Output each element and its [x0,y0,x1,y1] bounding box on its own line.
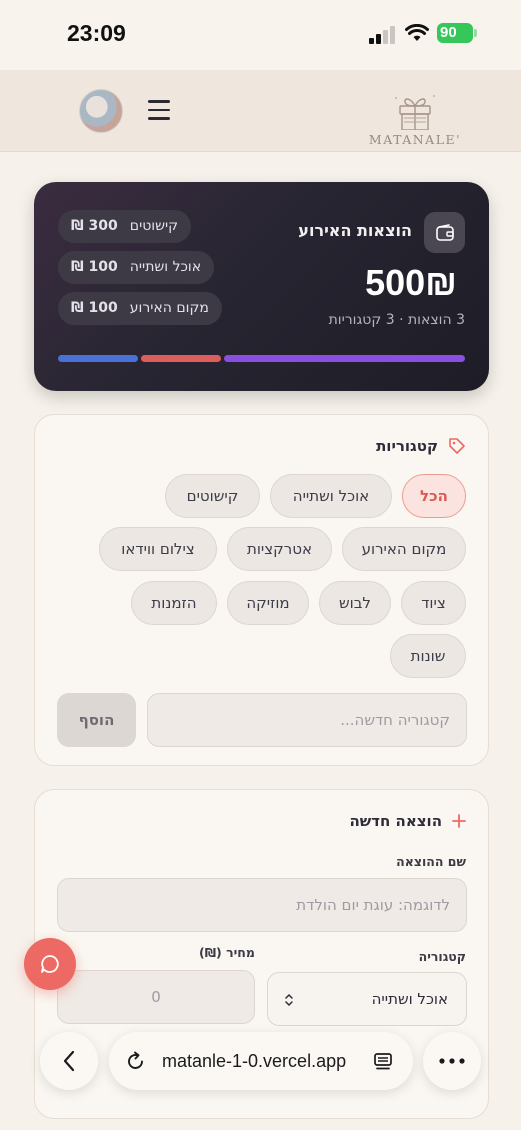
battery-icon: 90 [437,23,477,43]
category-select-value: אוכל ושתייה [371,990,448,1008]
browser-toolbar: matanle-1-0.vercel.app [0,1030,521,1100]
progress-segment [141,355,221,362]
summary-title: הוצאות האירוע [298,221,412,240]
add-category-button[interactable]: הוסף [57,693,136,747]
chip-amount: 100 ₪ [71,300,118,316]
new-expense-header: הוצאה חדשה [350,812,467,830]
category-label: קטגוריה [418,949,466,964]
chevron-left-icon [63,1050,75,1072]
category-filter[interactable]: מוזיקה [227,581,309,625]
battery-level: 90 [437,23,473,43]
progress-segment [58,355,138,362]
chip-amount: 300 ₪ [71,218,118,234]
logo-text: MATANALE' [368,132,462,147]
category-total-chip: מקום האירוע 100 ₪ [58,292,222,325]
category-progress-bar [58,355,465,362]
new-expense-title: הוצאה חדשה [349,812,443,830]
expenses-summary-card: הוצאות האירוע 500₪ 3 הוצאות · 3 קטגוריות… [34,182,489,391]
price-input[interactable]: 0 [57,970,255,1024]
price-label: מחיר (₪) [199,945,255,960]
address-bar[interactable]: matanle-1-0.vercel.app [109,1032,413,1090]
expense-name-input[interactable]: לדוגמה: עוגת יום הולדת [57,878,467,932]
category-filter[interactable]: אוכל ושתייה [270,474,392,518]
summary-subtitle: 3 הוצאות · 3 קטגוריות [328,312,465,328]
total-amount: 500₪ [365,262,457,303]
categories-header: קטגוריות [376,437,466,455]
ellipsis-icon [439,1058,465,1064]
wifi-icon [405,24,429,41]
expense-name-label: שם ההוצאה [396,854,466,869]
reload-icon[interactable] [125,1051,146,1072]
url-text: matanle-1-0.vercel.app [162,1051,347,1071]
app-header: MATANALE' [0,70,521,152]
hamburger-menu-icon[interactable] [148,100,170,120]
chip-label: מקום האירוע [129,300,209,316]
chip-label: אוכל ושתייה [129,259,202,275]
status-bar: 23:09 90 [0,0,521,70]
category-filter[interactable]: אטרקציות [227,527,332,571]
progress-segment [224,355,465,362]
new-category-input[interactable]: קטגוריה חדשה... [147,693,467,747]
categories-card: קטגוריות הכל אוכל ושתייה קישוטים מקום הא… [34,414,489,766]
chip-amount: 100 ₪ [71,259,118,275]
category-filter[interactable]: קישוטים [165,474,260,518]
plus-icon [452,814,466,828]
more-options-button[interactable] [423,1032,481,1090]
cellular-signal-icon [369,26,397,44]
status-time: 23:09 [67,20,126,46]
category-filter[interactable]: צילום ווידאו [99,527,217,571]
category-total-chip: קישוטים 300 ₪ [58,210,192,243]
category-total-chip: אוכל ושתייה 100 ₪ [58,251,215,284]
category-filter[interactable]: שונות [390,634,466,678]
category-select[interactable]: אוכל ושתייה [267,972,467,1026]
avatar[interactable] [79,89,123,133]
reader-mode-icon[interactable] [373,1052,393,1072]
category-filter[interactable]: הזמנות [131,581,217,625]
category-filter[interactable]: לבוש [319,581,391,625]
categories-title: קטגוריות [376,437,438,455]
chat-bubble-icon [41,955,59,973]
chip-label: קישוטים [129,218,179,234]
gift-icon [395,95,435,131]
category-filter[interactable]: ציוד [401,581,466,625]
category-filter[interactable]: מקום האירוע [342,527,466,571]
category-filter-all[interactable]: הכל [402,474,466,518]
chevron-up-down-icon [285,993,293,1007]
tag-icon [449,438,465,454]
back-button[interactable] [40,1032,98,1090]
logo[interactable]: MATANALE' [366,90,464,150]
wallet-icon [424,212,465,253]
chat-button[interactable] [24,938,76,990]
